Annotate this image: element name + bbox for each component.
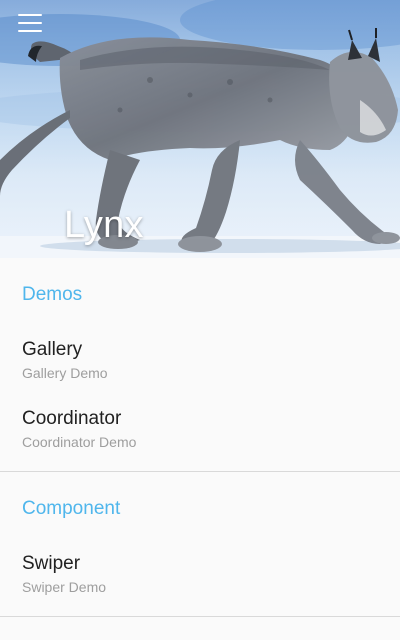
demo-list: Demos Gallery Gallery Demo Coordinator C…	[0, 258, 400, 640]
hamburger-menu-icon[interactable]	[18, 14, 42, 32]
collapsing-toolbar-header: Lynx	[0, 0, 400, 258]
section-header: Component	[22, 498, 121, 519]
list-item-gallery[interactable]: Gallery Gallery Demo	[0, 332, 400, 401]
list-item-title: Coordinator	[22, 408, 122, 429]
list-item-coordinator[interactable]: Coordinator Coordinator Demo	[0, 401, 400, 470]
list-item-swiper[interactable]: Swiper Swiper Demo	[0, 546, 400, 615]
app-title: Lynx	[64, 204, 144, 246]
list-item-title: Gallery	[22, 339, 83, 360]
section-divider	[0, 616, 400, 617]
section-header: Demos	[22, 284, 83, 305]
menu-bar	[18, 22, 42, 24]
list-item-subtitle: Gallery Demo	[22, 365, 108, 381]
menu-bar	[18, 30, 42, 32]
section-demos: Demos Gallery Gallery Demo Coordinator C…	[0, 258, 400, 472]
menu-bar	[18, 14, 42, 16]
list-item-subtitle: Swiper Demo	[22, 579, 107, 595]
section-component: Component Swiper Swiper Demo	[0, 472, 400, 617]
list-item-title: Swiper	[22, 553, 81, 574]
list-item-subtitle: Coordinator Demo	[22, 434, 137, 450]
lynx-header-image	[0, 0, 400, 258]
